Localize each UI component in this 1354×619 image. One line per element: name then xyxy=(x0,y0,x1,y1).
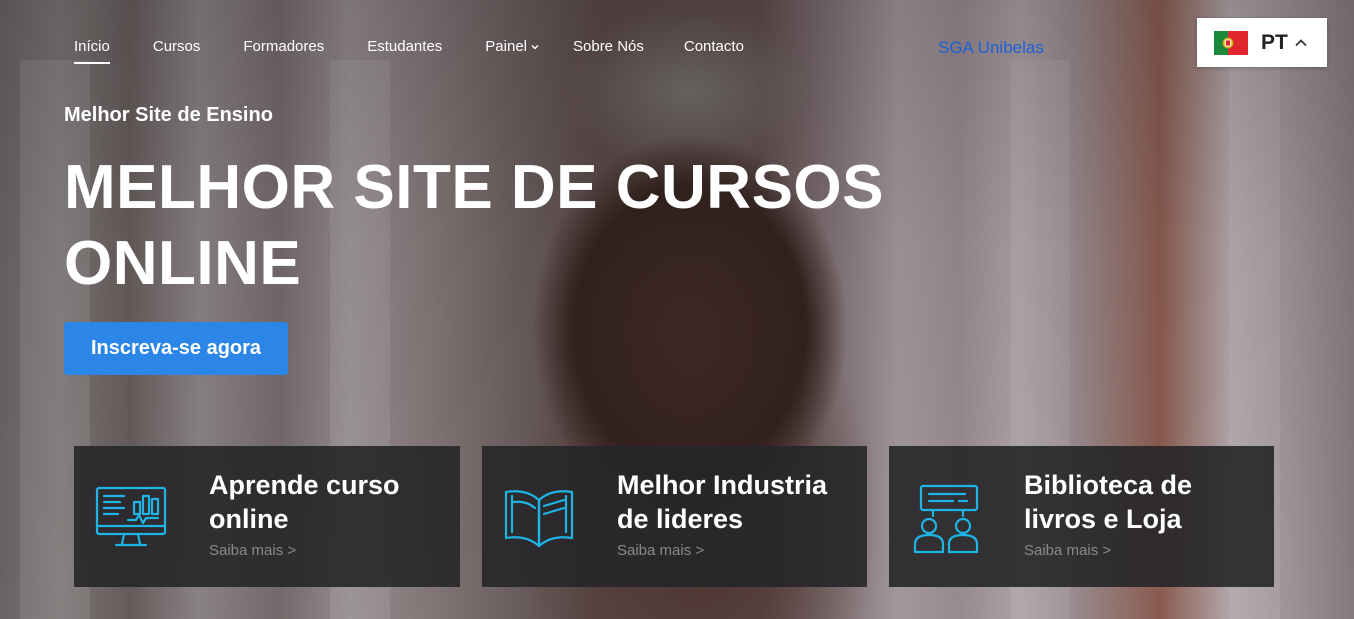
portugal-flag-icon xyxy=(1214,30,1248,55)
learn-more-link[interactable]: Saiba mais > xyxy=(617,542,704,559)
discussion-people-icon xyxy=(913,484,979,554)
chevron-up-icon xyxy=(1295,38,1307,46)
learn-more-link[interactable]: Saiba mais > xyxy=(1024,542,1111,559)
nav-item-sobre-nos[interactable]: Sobre Nós xyxy=(573,38,644,55)
sga-unibelas-link[interactable]: SGA Unibelas xyxy=(938,38,1044,58)
nav-item-label: Painel xyxy=(485,38,527,55)
nav-item-estudantes[interactable]: Estudantes xyxy=(367,38,442,55)
nav-item-formadores[interactable]: Formadores xyxy=(243,38,324,55)
feature-title: Aprende curso online xyxy=(209,470,400,534)
chevron-down-icon xyxy=(531,44,539,50)
learn-more-link[interactable]: Saiba mais > xyxy=(209,542,296,559)
enroll-now-button[interactable]: Inscreva-se agora xyxy=(64,322,288,375)
language-selector[interactable]: PT xyxy=(1197,18,1327,67)
feature-title: Biblioteca de livros e Loja xyxy=(1024,470,1193,534)
main-nav: Início Cursos Formadores Estudantes Pain… xyxy=(74,38,787,64)
hero-headline: MELHOR SITE DE CURSOS ONLINE xyxy=(64,153,885,298)
monitor-analytics-icon xyxy=(95,486,167,547)
nav-item-contacto[interactable]: Contacto xyxy=(684,38,744,55)
nav-item-inicio[interactable]: Início xyxy=(74,38,110,64)
feature-card-leaders[interactable]: Melhor Industria de lideres Saiba mais > xyxy=(482,446,867,587)
nav-item-painel[interactable]: Painel xyxy=(485,38,540,55)
nav-item-cursos[interactable]: Cursos xyxy=(153,38,201,55)
language-code: PT xyxy=(1261,30,1288,54)
feature-title: Melhor Industria de lideres xyxy=(617,470,828,534)
feature-card-library[interactable]: Biblioteca de livros e Loja Saiba mais > xyxy=(889,446,1274,587)
feature-card-online-course[interactable]: Aprende curso online Saiba mais > xyxy=(74,446,460,587)
open-book-icon xyxy=(504,490,574,548)
hero-eyebrow: Melhor Site de Ensino xyxy=(64,104,273,126)
